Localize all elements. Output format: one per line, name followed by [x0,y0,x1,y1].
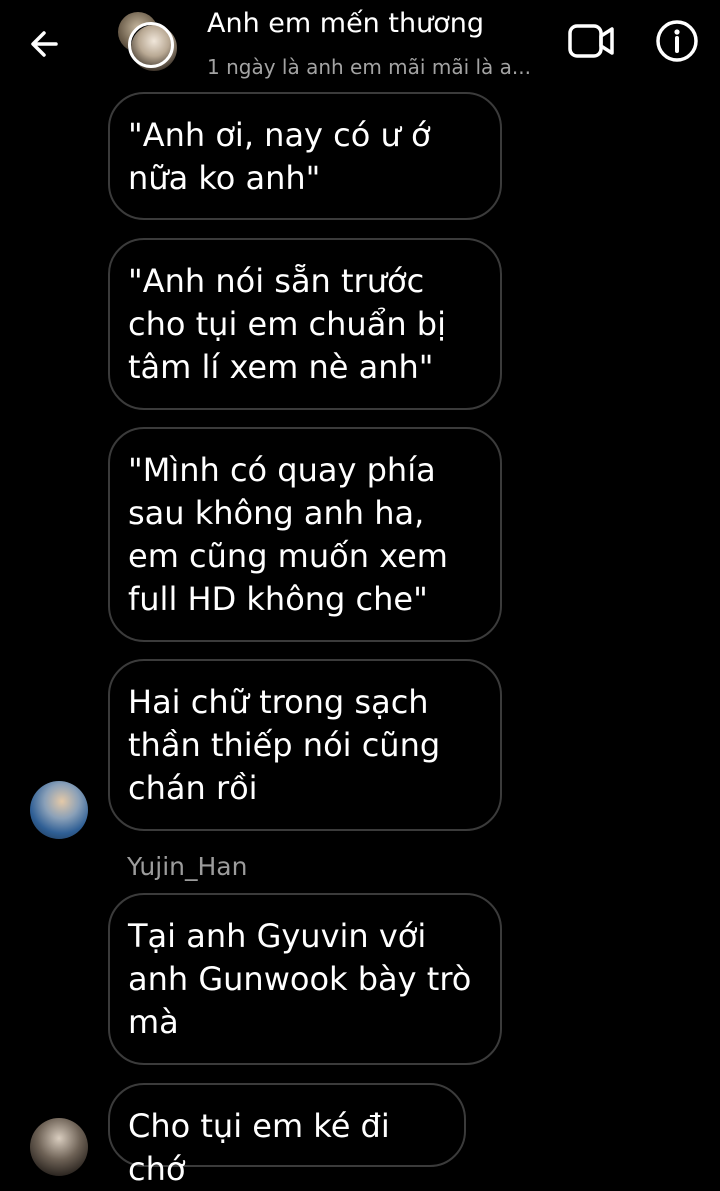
sender-name: Yujin_Han [127,852,248,881]
video-camera-icon[interactable] [566,20,616,62]
group-avatar-front [128,22,180,74]
back-arrow-icon[interactable] [26,22,70,66]
message-bubble[interactable]: "Anh nói sẵn trước cho tụi em chuẩn bị t… [108,238,502,410]
chat-subtitle: 1 ngày là anh em mãi mãi là a... [207,55,531,79]
chat-header: Anh em mến thương 1 ngày là anh em mãi m… [0,0,720,86]
message-bubble[interactable]: Hai chữ trong sạch thần thiếp nói cũng c… [108,659,502,831]
group-avatar[interactable] [114,10,184,76]
info-icon[interactable] [654,18,700,64]
sender-avatar[interactable] [30,781,88,839]
message-bubble[interactable]: Cho tụi em ké đi chớ [108,1083,466,1188]
sender-avatar[interactable] [30,1118,88,1176]
message-bubble[interactable]: "Anh ơi, nay có ư ớ nữa ko anh" [108,92,502,220]
message-bubble[interactable]: "Mình có quay phía sau không anh ha, em … [108,427,502,642]
message-bubble[interactable]: Tại anh Gyuvin với anh Gunwook bày trò m… [108,893,502,1065]
chat-title[interactable]: Anh em mến thương [207,8,484,39]
